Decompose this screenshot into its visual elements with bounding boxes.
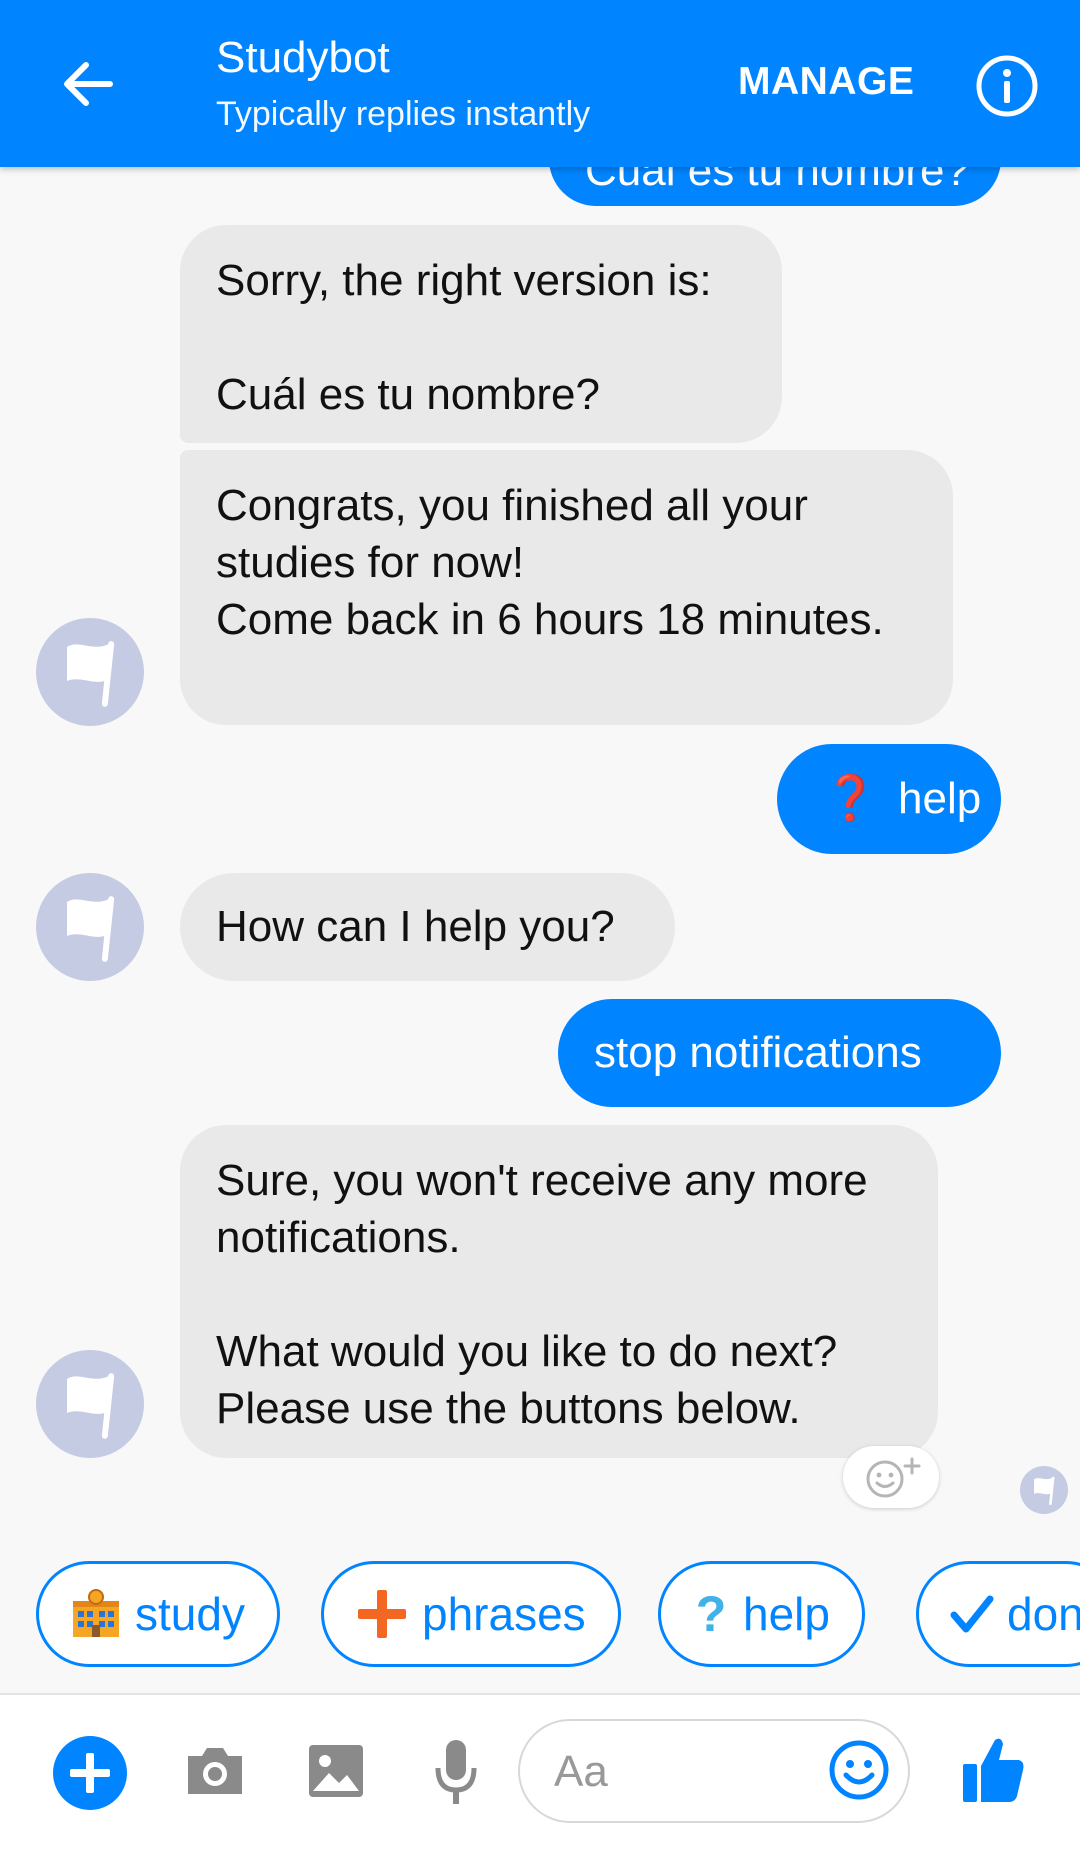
flag-icon bbox=[67, 641, 115, 707]
user-message: stop notifications bbox=[558, 999, 1001, 1107]
quick-reply-done[interactable]: don bbox=[916, 1561, 1080, 1667]
info-icon bbox=[976, 55, 1038, 117]
chat-title[interactable]: Studybot bbox=[216, 30, 390, 86]
quick-reply-label: don bbox=[1007, 1588, 1080, 1640]
flag-icon bbox=[67, 896, 115, 962]
camera-button[interactable] bbox=[182, 1741, 248, 1801]
seen-avatar bbox=[1020, 1466, 1068, 1514]
bot-message: Congrats, you finished all your studies … bbox=[180, 450, 953, 725]
plus-circle-icon bbox=[53, 1736, 127, 1810]
manage-button[interactable]: MANAGE bbox=[738, 60, 914, 104]
bot-message: Sorry, the right version is: Cuál es tu … bbox=[180, 225, 782, 443]
bot-avatar[interactable] bbox=[36, 873, 144, 981]
thumbs-up-icon bbox=[963, 1738, 1024, 1802]
emoji-icon bbox=[829, 1740, 889, 1800]
chat-header: Studybot Typically replies instantly MAN… bbox=[0, 0, 1080, 167]
composer-bar bbox=[0, 1693, 1080, 1850]
microphone-icon bbox=[435, 1740, 477, 1804]
bot-avatar[interactable] bbox=[36, 1350, 144, 1458]
quick-reply-label: phrases bbox=[422, 1588, 586, 1640]
check-icon bbox=[949, 1591, 995, 1637]
bot-message: Sure, you won't receive any more notific… bbox=[180, 1125, 938, 1458]
question-icon: ❓ bbox=[823, 774, 878, 823]
quick-reply-phrases[interactable]: phrases bbox=[321, 1561, 621, 1667]
voice-button[interactable] bbox=[428, 1737, 484, 1809]
more-actions-button[interactable] bbox=[52, 1735, 128, 1811]
bot-avatar[interactable] bbox=[36, 618, 144, 726]
quick-reply-label: help bbox=[743, 1588, 830, 1640]
message-text: Congrats, you finished all your studies … bbox=[216, 481, 884, 644]
arrow-left-icon bbox=[64, 62, 113, 106]
like-button[interactable] bbox=[958, 1731, 1030, 1807]
gallery-button[interactable] bbox=[304, 1741, 368, 1801]
bot-message: How can I help you? bbox=[180, 873, 675, 981]
camera-icon bbox=[188, 1748, 242, 1794]
flag-icon bbox=[67, 1373, 115, 1439]
school-icon bbox=[69, 1587, 123, 1641]
message-text: How can I help you? bbox=[216, 902, 615, 951]
add-reaction-button[interactable] bbox=[843, 1446, 939, 1508]
emoji-button[interactable] bbox=[826, 1737, 892, 1803]
flag-icon bbox=[1034, 1476, 1055, 1506]
quick-reply-label: study bbox=[135, 1588, 245, 1640]
back-button[interactable] bbox=[48, 48, 128, 120]
user-message: ❓ help bbox=[777, 744, 1001, 854]
message-text: Sure, you won't receive any more notific… bbox=[216, 1156, 868, 1433]
question-icon: ? bbox=[695, 1586, 727, 1642]
message-input[interactable] bbox=[552, 1741, 806, 1803]
info-button[interactable] bbox=[975, 54, 1039, 118]
message-input-box[interactable] bbox=[518, 1719, 910, 1823]
message-text: help bbox=[898, 774, 982, 823]
quick-reply-help[interactable]: ? help bbox=[658, 1561, 865, 1667]
plus-icon bbox=[354, 1586, 410, 1642]
chat-subtitle: Typically replies instantly bbox=[216, 95, 591, 133]
quick-reply-study[interactable]: study bbox=[36, 1561, 280, 1667]
smiley-plus-icon bbox=[866, 1457, 921, 1498]
message-text: stop notifications bbox=[594, 1028, 922, 1077]
image-icon bbox=[309, 1745, 363, 1797]
